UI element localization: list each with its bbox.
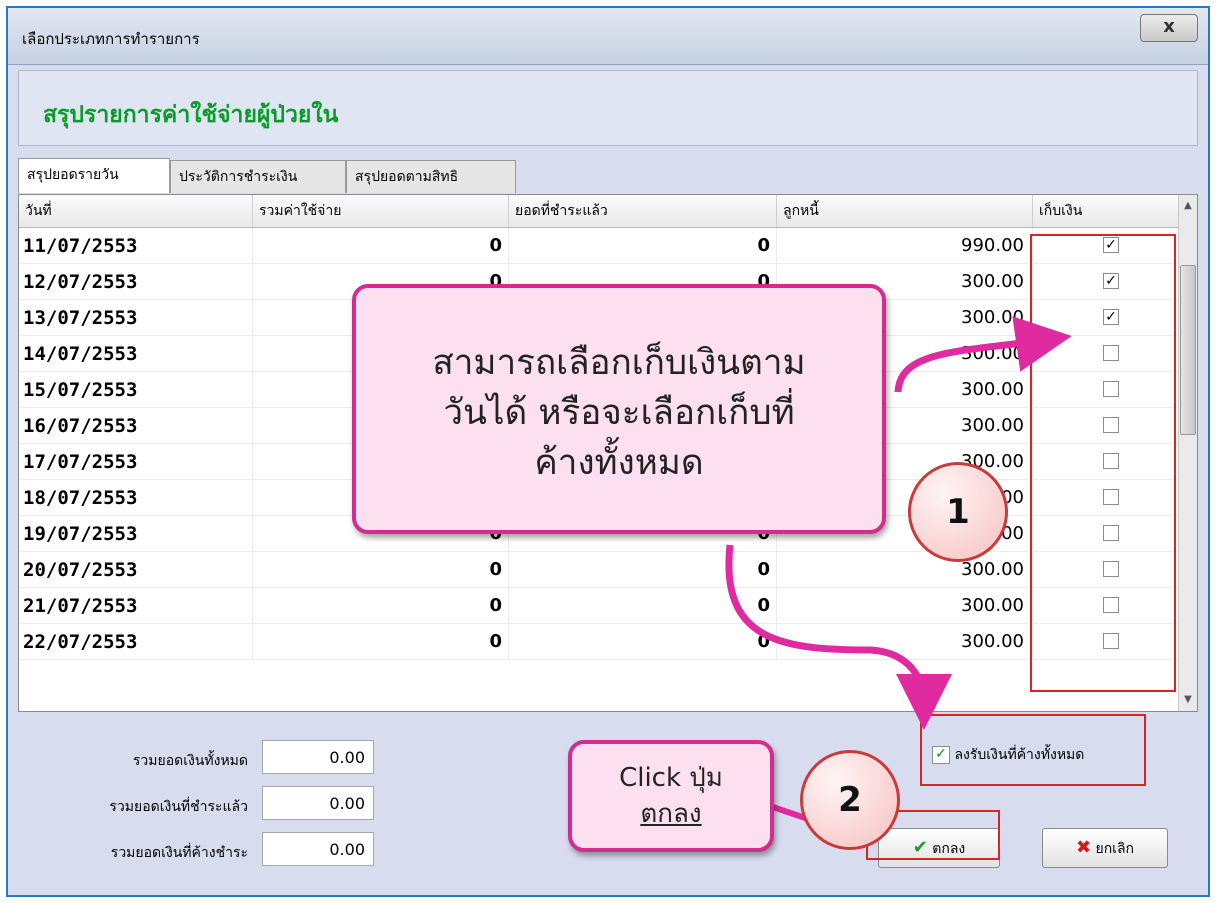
callout1-line2: วันได้ หรือจะเลือกเก็บที่ — [443, 393, 795, 433]
callout1-line3: ค้างทั้งหมด — [534, 443, 704, 483]
callout-instruction-2: Click ปุ่ม ตกลง — [568, 740, 774, 852]
step-2-marker: 2 — [800, 750, 900, 850]
step-1-marker: 1 — [908, 462, 1008, 562]
callout-instruction-1: สามารถเลือกเก็บเงินตาม วันได้ หรือจะเลือ… — [352, 284, 886, 534]
arrow-to-collect-all — [725, 544, 952, 730]
callout2-line1: Click ปุ่ม — [619, 763, 723, 793]
callout1-line1: สามารถเลือกเก็บเงินตาม — [432, 343, 806, 383]
arrow-to-checkboxes — [894, 316, 1072, 393]
callout2-line2: ตกลง — [640, 799, 702, 829]
